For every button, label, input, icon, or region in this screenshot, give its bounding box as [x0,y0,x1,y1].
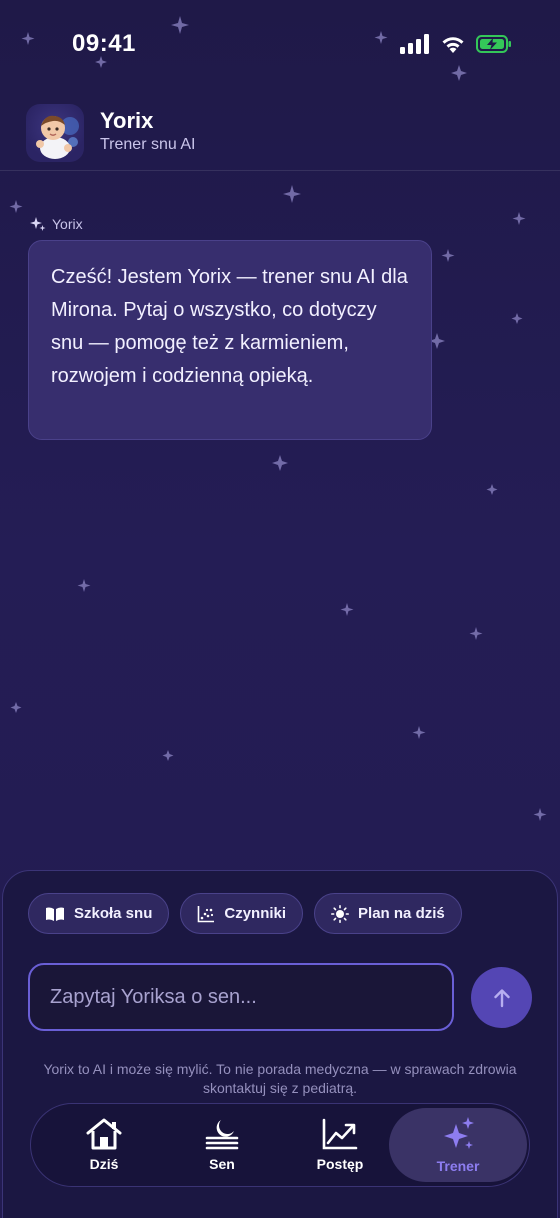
sun-icon [331,904,350,923]
chip-sleep-school[interactable]: Szkoła snu [28,893,170,934]
status-bar: 09:41 [0,0,560,90]
scatter-chart-icon [198,905,215,922]
chip-label: Plan na dziś [358,905,445,922]
wifi-icon [442,37,464,53]
coach-name: Yorix [100,108,154,133]
status-icons [400,34,512,54]
chat-header: Yorix Trener snu AI [0,96,560,171]
send-button[interactable] [471,967,532,1028]
cellular-signal-icon [400,34,429,54]
sparkles-icon [444,1117,474,1149]
tab-label: Trener [436,1158,480,1174]
arrow-up-icon [493,988,510,1007]
status-time: 09:41 [72,30,136,57]
question-input[interactable]: Zapytaj Yoriksa o sen... [28,963,454,1031]
assistant-message-bubble: Cześć! Jestem Yorix — trener snu AI dla … [28,240,432,440]
battery-charging-icon [476,35,511,53]
message-author: Yorix [30,216,83,232]
message-author-name: Yorix [52,216,83,232]
baby-avatar-icon[interactable] [26,104,84,162]
trend-chart-icon [322,1118,358,1150]
chip-factors[interactable]: Czynniki [180,893,304,934]
app-screen: 09:41 Yorix Trener snu AI Yorix Cześć! J… [0,0,560,1218]
open-book-icon [46,906,64,921]
tab-label: Postęp [316,1156,364,1172]
chip-label: Czynniki [224,905,287,922]
tab-bar: Dziś Sen Postęp Trener [30,1103,530,1187]
ai-disclaimer: Yorix to AI i może się mylić. To nie por… [43,1061,517,1096]
tab-label: Sen [209,1156,235,1172]
home-icon [86,1118,122,1150]
moon-waves-icon [205,1120,239,1150]
chip-plan-today[interactable]: Plan na dziś [314,893,462,934]
chip-label: Szkoła snu [74,905,153,922]
quick-actions: Szkoła snu Czynniki Plan na dziś [28,893,462,934]
coach-subtitle: Trener snu AI [100,136,196,153]
tab-label: Dziś [89,1156,119,1172]
tab-coach[interactable]: Trener [389,1108,527,1182]
sparkle-icon [30,217,46,231]
